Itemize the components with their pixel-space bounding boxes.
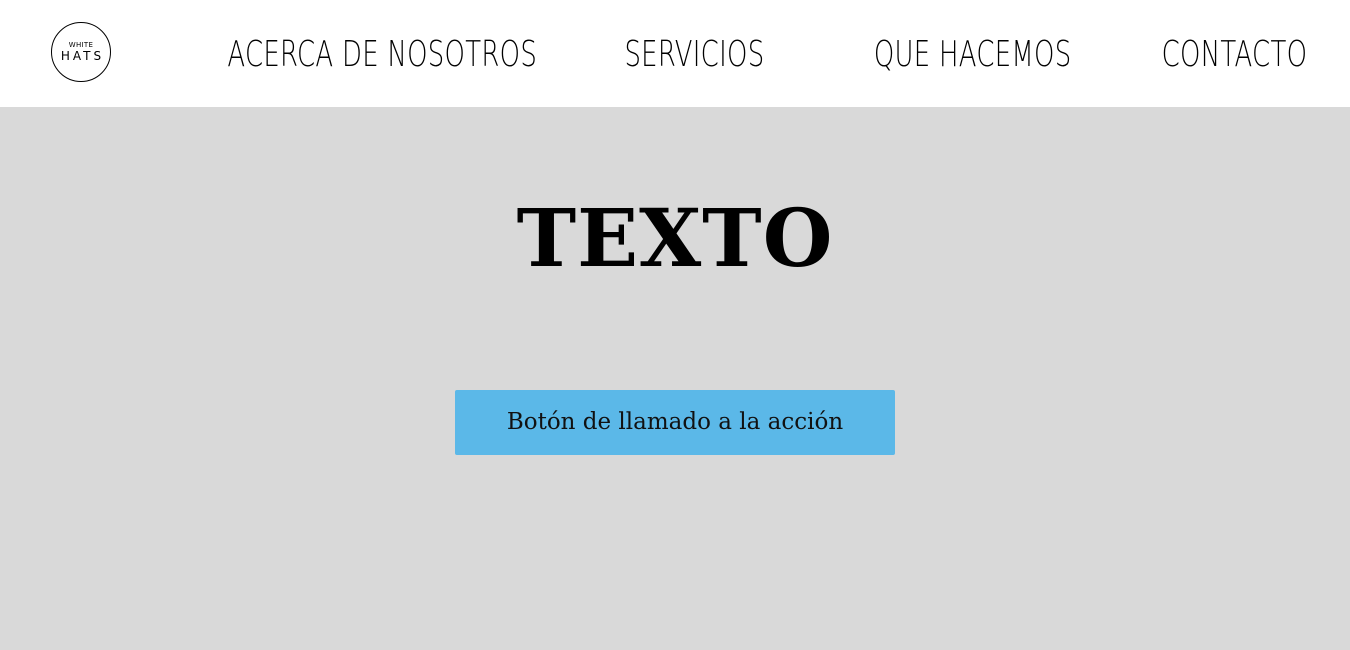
nav-link-acerca-de-nosotros[interactable]: ACERCA DE NOSOTROS [227, 33, 537, 77]
logo-top-text: WHITE [68, 41, 94, 49]
call-to-action-button[interactable]: Botón de llamado a la acción [455, 390, 895, 455]
white-hats-logo[interactable]: WHITE HATS [51, 22, 111, 82]
nav-link-que-hacemos[interactable]: QUE HACEMOS [874, 33, 1072, 77]
nav-link-servicios[interactable]: SERVICIOS [624, 33, 764, 77]
nav-link-contacto[interactable]: CONTACTO [1161, 33, 1307, 77]
hero-title: TEXTO [516, 191, 834, 285]
logo-bottom-text: HATS [60, 49, 105, 63]
site-header: WHITE HATS ACERCA DE NOSOTROS SERVICIOS … [0, 0, 1350, 107]
hero-section: TEXTO Botón de llamado a la acción [0, 107, 1350, 650]
main-nav: ACERCA DE NOSOTROS SERVICIOS QUE HACEMOS… [107, 33, 1307, 77]
